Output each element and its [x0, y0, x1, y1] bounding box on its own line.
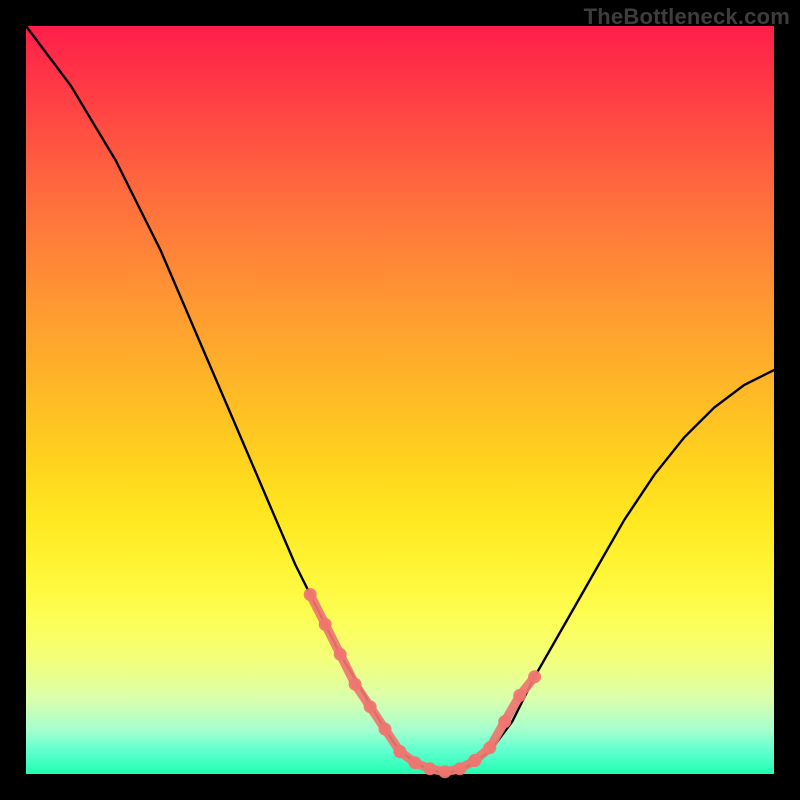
- chart-svg: [26, 26, 774, 774]
- highlight-segment-bottom: [394, 745, 482, 778]
- bottleneck-curve: [26, 26, 774, 774]
- highlight-segment-left: [304, 588, 407, 758]
- highlight-segment-right: [468, 670, 541, 767]
